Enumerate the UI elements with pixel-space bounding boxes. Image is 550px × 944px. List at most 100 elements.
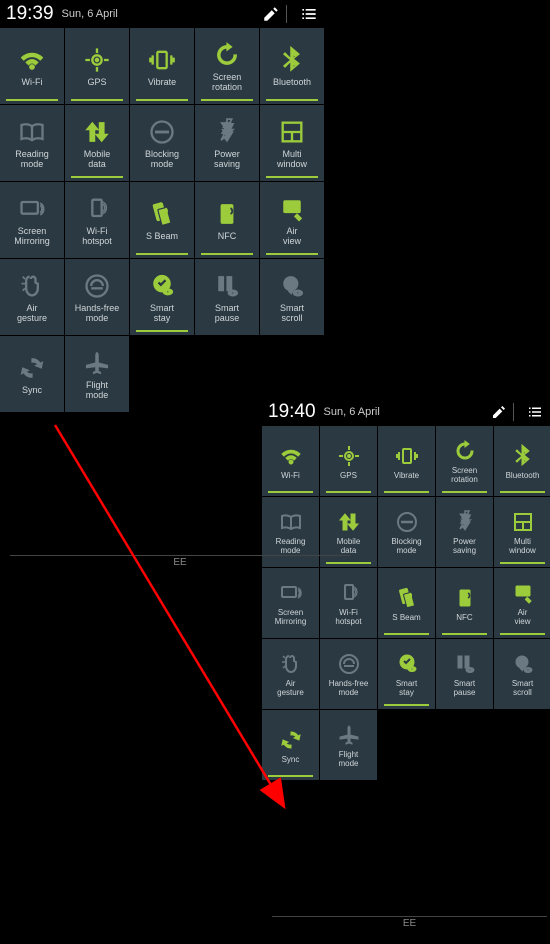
mirroring-icon bbox=[279, 581, 303, 605]
toggle-airgesture[interactable]: Air gesture bbox=[262, 639, 319, 709]
toggle-label: Blocking mode bbox=[143, 150, 181, 170]
toggle-mobiledata[interactable]: Mobile data bbox=[65, 105, 129, 181]
toggle-label: Smart pause bbox=[452, 680, 478, 698]
gps-icon bbox=[83, 46, 111, 74]
toggle-label: Hands-free mode bbox=[327, 680, 371, 698]
toggle-label: Air gesture bbox=[15, 304, 49, 324]
toggle-flight[interactable]: Flight mode bbox=[320, 710, 377, 780]
clock-time: 19:40 bbox=[268, 401, 316, 423]
toggle-label: Smart stay bbox=[148, 304, 176, 324]
toggle-label: Wi-Fi hotspot bbox=[333, 609, 363, 627]
toggle-sync[interactable]: Sync bbox=[262, 710, 319, 780]
rotation-icon bbox=[213, 41, 241, 69]
blocking-icon bbox=[148, 118, 176, 146]
toggle-multiwindow[interactable]: Multi window bbox=[494, 497, 550, 567]
flight-icon bbox=[83, 349, 111, 377]
toggle-rotation[interactable]: Screen rotation bbox=[436, 426, 493, 496]
mobiledata-icon bbox=[337, 510, 361, 534]
sync-icon bbox=[18, 354, 46, 382]
toggle-smartstay[interactable]: Smart stay bbox=[378, 639, 435, 709]
toggle-vibrate[interactable]: Vibrate bbox=[378, 426, 435, 496]
reading-icon bbox=[18, 118, 46, 146]
toggle-smartpause[interactable]: Smart pause bbox=[436, 639, 493, 709]
toggle-sbeam[interactable]: S Beam bbox=[378, 568, 435, 638]
toggle-label: Hands-free mode bbox=[73, 304, 122, 324]
toggle-bluetooth[interactable]: Bluetooth bbox=[494, 426, 550, 496]
toggle-multiwindow[interactable]: Multi window bbox=[260, 105, 324, 181]
toggle-mirroring[interactable]: Screen Mirroring bbox=[0, 182, 64, 258]
toggle-label: Mobile data bbox=[335, 538, 363, 556]
toggle-label: Flight mode bbox=[336, 751, 360, 769]
sbeam-icon bbox=[148, 200, 176, 228]
handsfree-icon bbox=[83, 272, 111, 300]
status-bar: 19:40 Sun, 6 April bbox=[262, 398, 550, 426]
toggle-sync[interactable]: Sync bbox=[0, 336, 64, 412]
mobiledata-icon bbox=[83, 118, 111, 146]
toggle-smartscroll[interactable]: Smart scroll bbox=[260, 259, 324, 335]
toggle-bluetooth[interactable]: Bluetooth bbox=[260, 28, 324, 104]
toggle-gps[interactable]: GPS bbox=[320, 426, 377, 496]
smartpause-icon bbox=[453, 652, 477, 676]
toggle-label: Vibrate bbox=[392, 472, 421, 481]
toggle-label: Vibrate bbox=[146, 78, 178, 88]
toggle-sbeam[interactable]: S Beam bbox=[130, 182, 194, 258]
edit-icon[interactable] bbox=[262, 5, 280, 23]
toggle-label: Wi-Fi bbox=[279, 472, 302, 481]
toggle-label: Multi window bbox=[275, 150, 309, 170]
toggle-label: GPS bbox=[85, 78, 108, 88]
toggle-label: Power saving bbox=[451, 538, 478, 556]
toggle-label: Wi-Fi hotspot bbox=[80, 227, 114, 247]
list-icon[interactable] bbox=[299, 4, 319, 24]
toggle-airgesture[interactable]: Air gesture bbox=[0, 259, 64, 335]
quick-settings-panel-before: 19:39 Sun, 6 April Wi-FiGPSVibrateScreen… bbox=[0, 0, 325, 412]
edit-icon[interactable] bbox=[491, 404, 507, 420]
toggle-hotspot[interactable]: Wi-Fi hotspot bbox=[65, 182, 129, 258]
toggle-label: Sync bbox=[20, 386, 44, 396]
toggle-mirroring[interactable]: Screen Mirroring bbox=[262, 568, 319, 638]
sync-icon bbox=[279, 728, 303, 752]
toggle-blocking[interactable]: Blocking mode bbox=[130, 105, 194, 181]
hotspot-icon bbox=[337, 581, 361, 605]
powersaving-icon bbox=[213, 118, 241, 146]
clock-time: 19:39 bbox=[6, 3, 54, 25]
toggle-smartscroll[interactable]: Smart scroll bbox=[494, 639, 550, 709]
toggle-wifi[interactable]: Wi-Fi bbox=[0, 28, 64, 104]
blocking-icon bbox=[395, 510, 419, 534]
list-icon[interactable] bbox=[526, 403, 544, 421]
toggle-smartstay[interactable]: Smart stay bbox=[130, 259, 194, 335]
airgesture-icon bbox=[279, 652, 303, 676]
toggle-reading[interactable]: Reading mode bbox=[0, 105, 64, 181]
toggle-label: Bluetooth bbox=[504, 472, 542, 481]
bluetooth-icon bbox=[278, 46, 306, 74]
toggle-label: S Beam bbox=[390, 614, 422, 623]
toggle-label: Reading mode bbox=[13, 150, 51, 170]
toggle-handsfree[interactable]: Hands-free mode bbox=[320, 639, 377, 709]
nfc-icon bbox=[213, 200, 241, 228]
toggle-handsfree[interactable]: Hands-free mode bbox=[65, 259, 129, 335]
toggle-label: Smart stay bbox=[394, 680, 419, 698]
toggle-hotspot[interactable]: Wi-Fi hotspot bbox=[320, 568, 377, 638]
smartpause-icon bbox=[213, 272, 241, 300]
toggle-label: Screen Mirroring bbox=[273, 609, 309, 627]
toggle-blocking[interactable]: Blocking mode bbox=[378, 497, 435, 567]
toggle-nfc[interactable]: NFC bbox=[436, 568, 493, 638]
toggle-powersaving[interactable]: Power saving bbox=[195, 105, 259, 181]
sbeam-icon bbox=[395, 586, 419, 610]
vibrate-icon bbox=[395, 444, 419, 468]
toggle-wifi[interactable]: Wi-Fi bbox=[262, 426, 319, 496]
carrier-label: EE bbox=[10, 555, 350, 573]
toggle-flight[interactable]: Flight mode bbox=[65, 336, 129, 412]
toggle-label: Smart scroll bbox=[278, 304, 306, 324]
airview-icon bbox=[511, 581, 535, 605]
toggle-gps[interactable]: GPS bbox=[65, 28, 129, 104]
toggle-label: Screen Mirroring bbox=[12, 227, 52, 247]
toggle-nfc[interactable]: NFC bbox=[195, 182, 259, 258]
toggle-smartpause[interactable]: Smart pause bbox=[195, 259, 259, 335]
multiwindow-icon bbox=[278, 118, 306, 146]
toggle-powersaving[interactable]: Power saving bbox=[436, 497, 493, 567]
toggle-airview[interactable]: Air view bbox=[494, 568, 550, 638]
toggle-airview[interactable]: Air view bbox=[260, 182, 324, 258]
toggle-rotation[interactable]: Screen rotation bbox=[195, 28, 259, 104]
toggle-label: Smart scroll bbox=[510, 680, 535, 698]
toggle-vibrate[interactable]: Vibrate bbox=[130, 28, 194, 104]
